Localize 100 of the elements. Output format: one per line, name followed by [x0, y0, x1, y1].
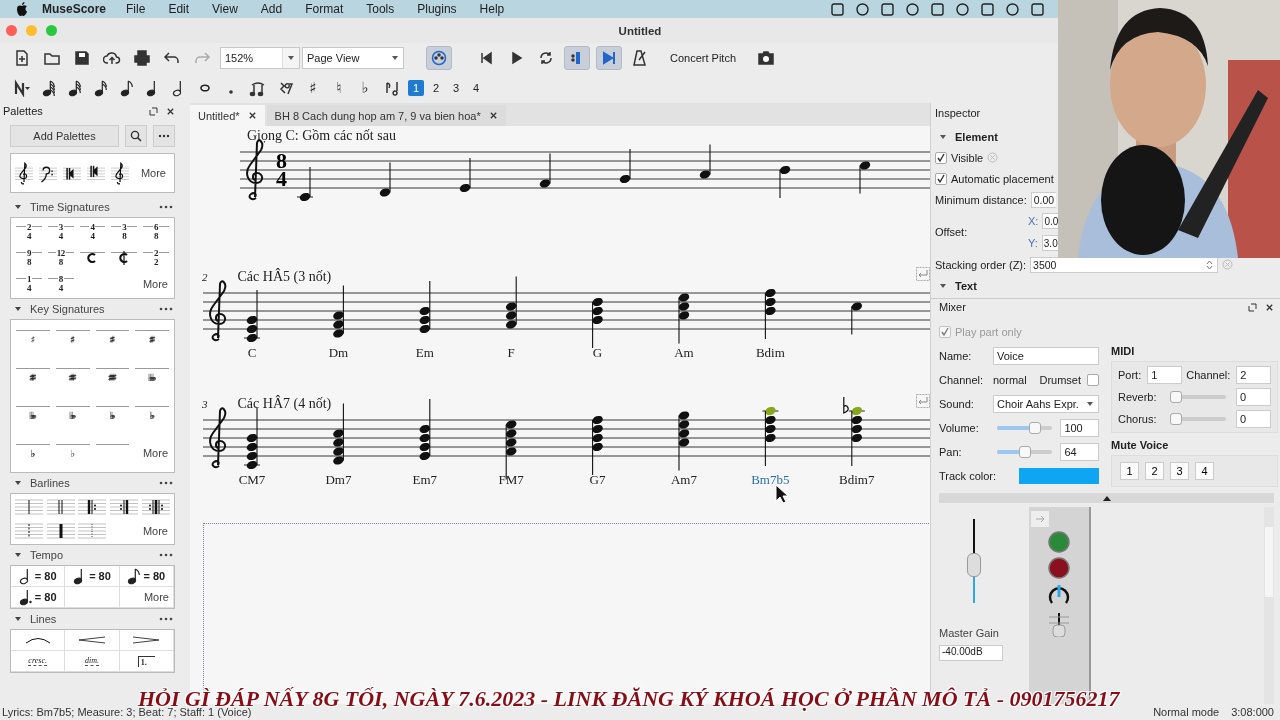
barline-icon[interactable] — [110, 498, 139, 516]
chord-notes[interactable] — [678, 411, 690, 472]
menu-item[interactable]: View — [212, 2, 238, 16]
crescendo-hairpin-icon[interactable] — [78, 636, 106, 644]
accidental-button[interactable]: ♭ — [354, 76, 376, 100]
note[interactable] — [379, 161, 391, 197]
expand-arrow-icon[interactable] — [939, 133, 947, 141]
app-menu[interactable]: MuseScore — [42, 2, 107, 16]
reverb-field[interactable]: 0 — [1236, 388, 1271, 406]
more-options-icon[interactable] — [159, 553, 173, 557]
tempo-cell[interactable]: = 80 — [11, 587, 66, 608]
mute-voice-button[interactable]: 1 — [1120, 462, 1139, 480]
note[interactable] — [459, 157, 471, 193]
offset-y-field[interactable]: 3.0 — [1041, 235, 1060, 251]
close-icon[interactable] — [166, 106, 175, 116]
menu-extra-icon[interactable] — [956, 2, 969, 16]
volume-field[interactable]: 100 — [1060, 419, 1099, 437]
menu-item[interactable]: Edit — [168, 2, 190, 16]
tempo-cell[interactable]: = 80 — [119, 566, 174, 587]
menu-extra-icon[interactable] — [881, 2, 894, 16]
mute-voice-button[interactable]: 2 — [1145, 462, 1164, 480]
note[interactable] — [296, 166, 314, 202]
menu-extra-icon[interactable] — [931, 2, 944, 16]
barline-icon[interactable] — [142, 498, 171, 516]
automatic-placement-checkbox[interactable] — [935, 172, 947, 185]
expand-arrow-icon[interactable] — [14, 479, 22, 487]
float-panel-icon[interactable] — [1248, 302, 1257, 312]
tempo-cell[interactable]: = 80 — [11, 566, 66, 587]
expand-arrow-icon[interactable] — [14, 203, 22, 211]
palette-title[interactable]: Barlines — [30, 477, 70, 489]
chord-notes[interactable] — [419, 280, 431, 334]
menu-extra-icon[interactable] — [1006, 2, 1019, 16]
chord-notes[interactable] — [592, 297, 603, 349]
drumset-checkbox[interactable] — [1087, 374, 1099, 386]
more-options-icon[interactable] — [159, 617, 173, 621]
chord-symbol[interactable]: Am — [674, 345, 694, 363]
menu-extra-icon[interactable] — [1031, 2, 1044, 16]
chord-symbol[interactable]: G7 — [589, 472, 606, 490]
chord-notes[interactable] — [848, 406, 866, 467]
voice-button[interactable]: 3 — [448, 80, 464, 96]
search-button[interactable] — [125, 125, 147, 147]
more-link[interactable]: More — [140, 167, 166, 179]
concert-pitch-button[interactable]: Concert Pitch — [658, 46, 749, 70]
note[interactable] — [851, 302, 863, 336]
more-options-icon[interactable] — [159, 307, 173, 311]
note[interactable] — [619, 148, 631, 184]
chord-symbol[interactable]: Dm — [328, 345, 349, 363]
chord-symbol[interactable]: Dm7 — [325, 472, 352, 490]
mute-voice-button[interactable]: 4 — [1195, 462, 1214, 480]
note[interactable] — [699, 143, 711, 179]
chord-symbol[interactable]: C — [247, 345, 257, 363]
voice-button[interactable]: 4 — [468, 80, 484, 96]
chord-symbol[interactable]: FM7 — [498, 472, 524, 490]
chord-notes[interactable] — [333, 402, 344, 465]
midi-button[interactable] — [426, 46, 452, 70]
chord-symbol[interactable]: Em — [415, 345, 434, 363]
expand-arrow-icon[interactable] — [14, 305, 22, 313]
sound-dropdown[interactable]: Choir Aahs Expr. — [993, 395, 1099, 413]
chord-symbol[interactable]: Am7 — [670, 472, 697, 490]
minimum-distance-field[interactable]: 0.00 — [1030, 191, 1056, 208]
menu-item[interactable]: Add — [260, 2, 283, 16]
menu-item[interactable]: Tools — [366, 2, 395, 16]
expand-arrow-icon[interactable] — [14, 551, 22, 559]
more-link[interactable]: More — [142, 278, 168, 290]
slur-icon[interactable] — [24, 636, 51, 644]
more-link[interactable]: More — [142, 447, 168, 459]
close-tab-icon[interactable] — [247, 111, 257, 120]
chord-notes[interactable] — [505, 275, 517, 329]
more-link[interactable]: More — [142, 525, 168, 537]
volta-bracket[interactable]: 1. — [137, 655, 155, 667]
menu-item[interactable]: Format — [305, 2, 344, 16]
accidental-button[interactable]: ♮ — [328, 76, 350, 100]
channel-field[interactable]: 2 — [1236, 366, 1272, 384]
loop-in-button[interactable] — [564, 46, 590, 70]
palette-title[interactable]: Lines — [30, 613, 57, 625]
visible-checkbox[interactable] — [935, 151, 947, 164]
more-options-icon[interactable] — [159, 481, 173, 485]
more-options-icon[interactable] — [159, 205, 173, 209]
line-text[interactable]: dim. — [85, 656, 99, 666]
menu-extra-icon[interactable] — [831, 2, 844, 16]
more-options-button[interactable] — [153, 125, 175, 147]
menu-item[interactable]: File — [126, 2, 146, 16]
barline-icon[interactable] — [78, 498, 107, 516]
port-field[interactable]: 1 — [1147, 366, 1183, 384]
chord-symbol[interactable]: CM7 — [238, 472, 266, 490]
chord-symbol[interactable]: Bm7b5 — [751, 472, 790, 490]
master-gain-field[interactable]: -40.00dB — [939, 645, 1003, 661]
barline-icon[interactable] — [46, 522, 75, 540]
chorus-field[interactable]: 0 — [1236, 410, 1271, 428]
solo-button-icon[interactable] — [1048, 531, 1070, 553]
chord-notes[interactable] — [592, 415, 603, 476]
line-text[interactable]: cresc. — [28, 656, 47, 666]
diminuendo-hairpin-icon[interactable] — [132, 636, 161, 644]
score-tab[interactable]: BH 8 Cach dung hop am 7, 9 va bien hoa* — [266, 105, 506, 126]
close-tab-icon[interactable] — [488, 111, 498, 120]
palette-title[interactable]: Key Signatures — [30, 303, 105, 315]
chord-notes[interactable] — [243, 407, 261, 470]
master-gain-fader[interactable] — [967, 519, 981, 603]
chord-symbol[interactable]: F — [507, 345, 515, 363]
close-icon[interactable] — [1265, 302, 1274, 312]
